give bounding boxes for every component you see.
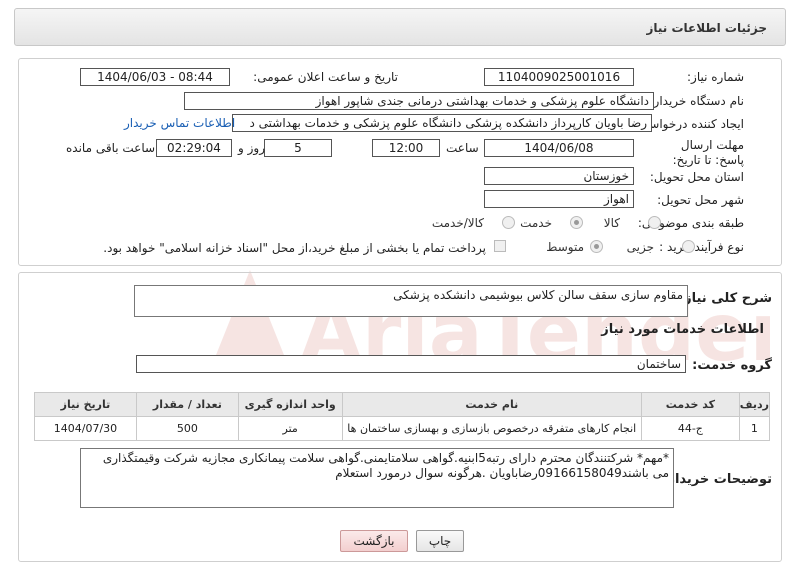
creator-field: رضا باویان کارپرداز دانشکده پزشکی دانشگا… xyxy=(232,114,652,132)
need-number-field: 1104009025001016 xyxy=(484,68,634,86)
description-label: شرح کلی نیاز: xyxy=(678,291,772,306)
services-table: ردیف کد خدمت نام خدمت واحد اندازه گیری ت… xyxy=(34,392,771,441)
services-table-header: ردیف کد خدمت نام خدمت واحد اندازه گیری ت… xyxy=(34,392,771,417)
print-button[interactable]: چاپ xyxy=(416,530,464,552)
process-option-medium: متوسط xyxy=(546,240,584,254)
deadline-time-field: 12:00 xyxy=(372,139,440,157)
service-group-field: ساختمان xyxy=(136,355,686,373)
remaining-label: ساعت باقی مانده xyxy=(66,141,156,155)
treasury-payment-note: پرداخت تمام یا بخشی از مبلغ خرید،از محل … xyxy=(103,241,486,255)
service-group-label: گروه خدمت: xyxy=(692,358,772,373)
buyer-org-field: دانشگاه علوم پزشکی و خدمات بهداشتی درمان… xyxy=(184,92,654,110)
deadline-time-label: ساعت xyxy=(446,141,479,155)
description-textarea: مقاوم سازی سقف سالن کلاس بیوشیمی دانشکده… xyxy=(134,285,688,317)
city-field: اهواز xyxy=(484,190,634,208)
back-button[interactable]: بازگشت xyxy=(340,530,408,552)
need-number-label: شماره نیاز: xyxy=(687,70,744,84)
buyer-notes-label: توضیحات خریدار: xyxy=(662,472,772,487)
buyer-notes-textarea: *مهم* شرکتنندگان محترم دارای رتبه5ابنیه.… xyxy=(80,448,674,508)
cell-unit: متر xyxy=(237,416,343,441)
category-option-goods: کالا xyxy=(603,216,620,230)
process-option-minor: جزیی xyxy=(626,240,654,254)
category-option-goods-service: کالا/خدمت xyxy=(431,216,484,230)
process-radio-medium[interactable] xyxy=(590,240,603,253)
cell-service-code: ج-44 xyxy=(640,416,740,441)
treasury-payment-checkbox[interactable] xyxy=(494,240,506,252)
contact-info-link[interactable]: اطلاعات تماس خریدار xyxy=(124,116,235,130)
col-service-name: نام خدمت xyxy=(341,392,642,417)
services-section-title: اطلاعات خدمات مورد نیاز xyxy=(601,322,764,337)
col-service-code: کد خدمت xyxy=(640,392,740,417)
table-row: 1 ج-44 انجام کارهای متفرقه درخصوص بازساز… xyxy=(34,416,771,441)
category-radio-service[interactable] xyxy=(570,216,583,229)
col-need-date: تاریخ نیاز xyxy=(34,392,137,417)
remaining-time-field: 02:29:04 xyxy=(156,139,232,157)
cell-need-date: 1404/07/30 xyxy=(34,416,137,441)
deadline-label: مهلت ارسال پاسخ: تا تاریخ: xyxy=(672,138,744,167)
deadline-date-field: 1404/06/08 xyxy=(484,139,634,157)
col-row-number: ردیف xyxy=(738,392,771,417)
category-radio-goods-service[interactable] xyxy=(502,216,515,229)
days-field: 5 xyxy=(264,139,332,157)
days-label: روز و xyxy=(238,141,265,155)
buyer-org-label: نام دستگاه خریدار: xyxy=(649,94,745,108)
city-label: شهر محل تحویل: xyxy=(657,193,744,207)
announce-label: تاریخ و ساعت اعلان عمومی: xyxy=(253,70,398,84)
province-field: خوزستان xyxy=(484,167,634,185)
process-radio-minor[interactable] xyxy=(682,240,695,253)
page-header: جزئیات اطلاعات نیاز xyxy=(14,8,786,46)
category-radio-goods[interactable] xyxy=(648,216,661,229)
announce-field: 1404/06/03 - 08:44 xyxy=(80,68,230,86)
col-unit: واحد اندازه گیری xyxy=(237,392,343,417)
page-title: جزئیات اطلاعات نیاز xyxy=(646,21,767,35)
cell-row-number: 1 xyxy=(738,416,771,441)
category-option-service: خدمت xyxy=(520,216,552,230)
process-label: نوع فرآیند خرید : xyxy=(659,240,744,254)
cell-quantity: 500 xyxy=(135,416,239,441)
province-label: استان محل تحویل: xyxy=(649,170,744,184)
cell-service-name: انجام کارهای متفرقه درخصوص بازسازی و بهس… xyxy=(341,416,642,441)
col-quantity: تعداد / مقدار xyxy=(135,392,239,417)
